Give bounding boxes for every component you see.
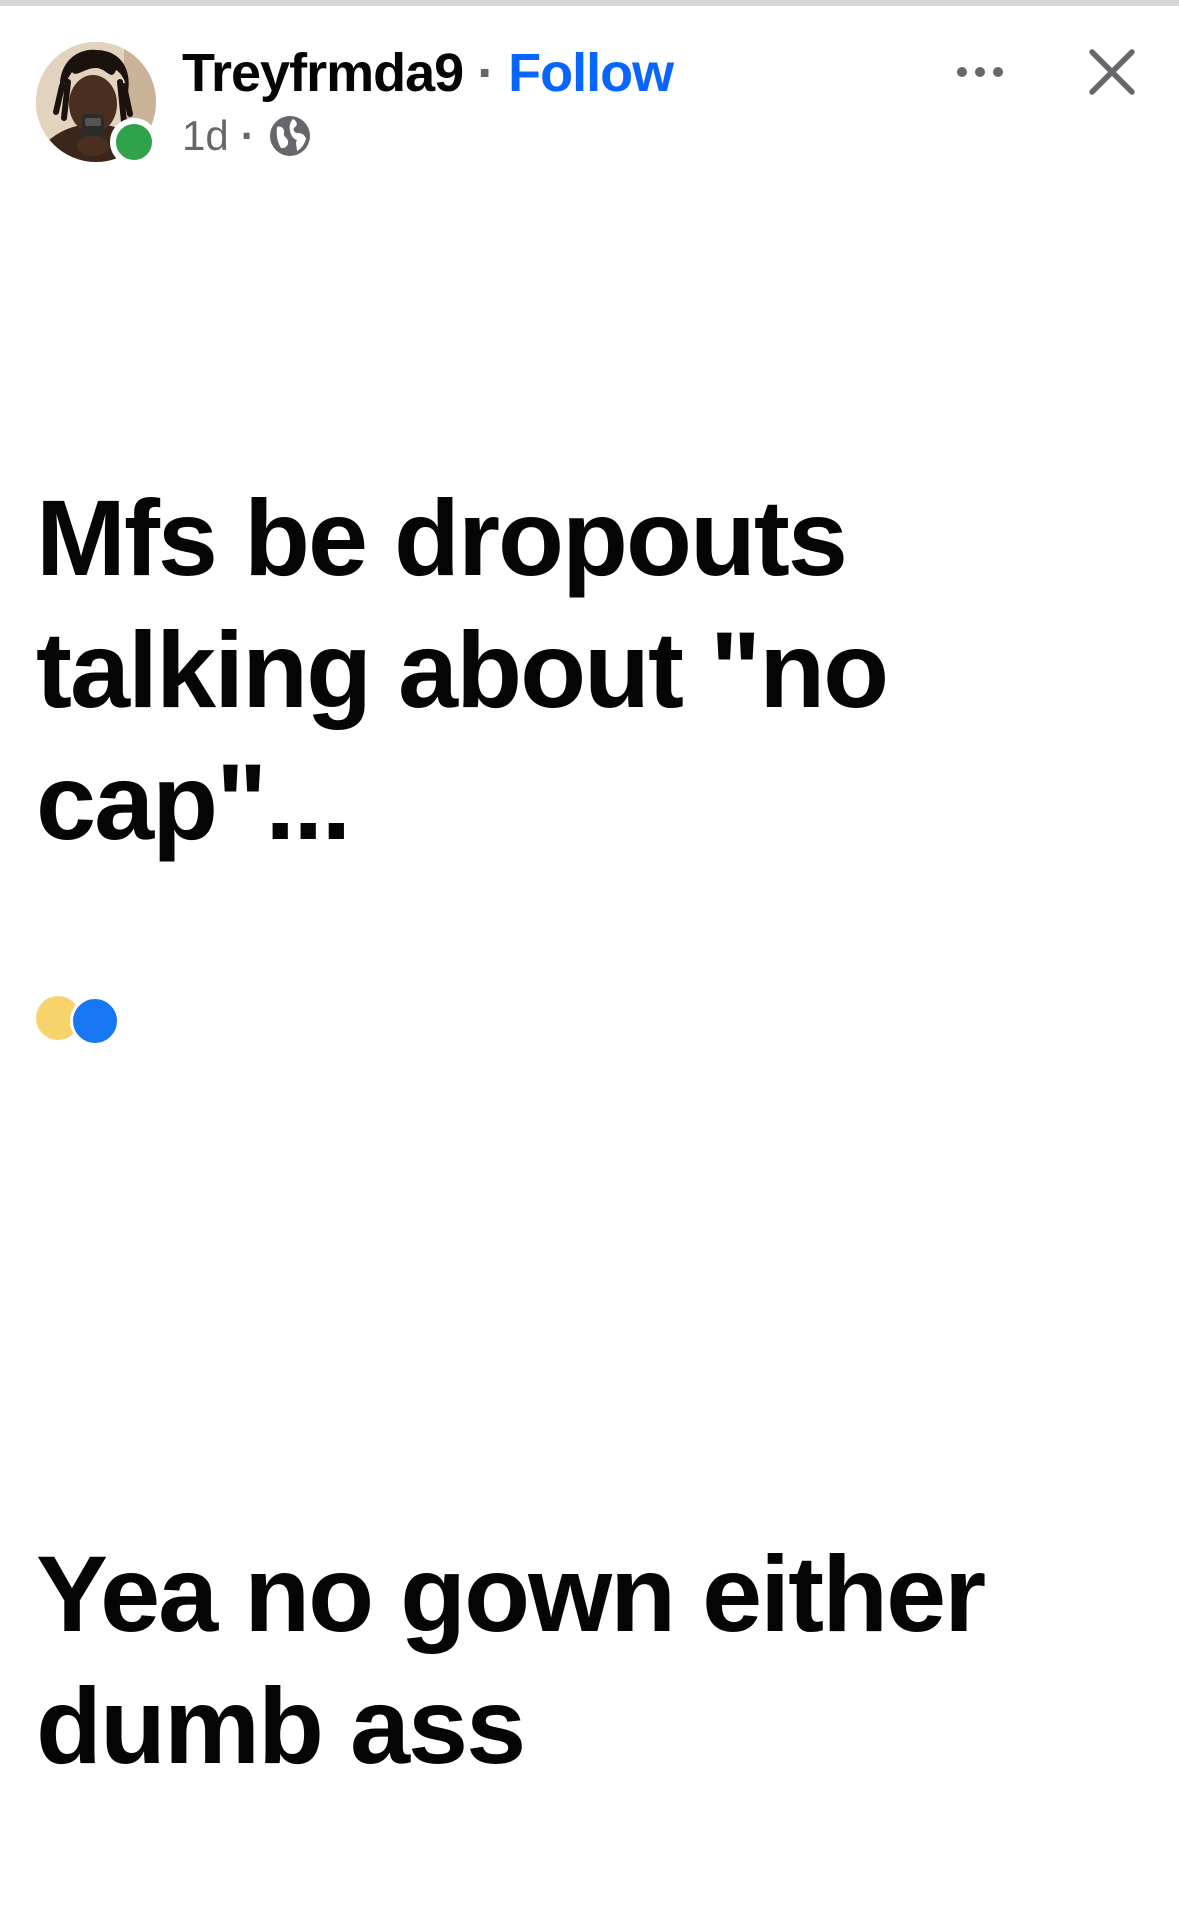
post-body: Mfs be dropouts talking about "no cap"..… [36,208,1156,1924]
like-reaction-icon [70,996,120,1046]
meta-separator: · [240,112,255,159]
globe-icon[interactable] [267,113,313,159]
follow-button[interactable]: Follow [508,42,674,104]
post-header: Treyfrmda9 · Follow 1d · [0,0,1179,180]
name-separator: · [477,43,495,103]
author-name[interactable]: Treyfrmda9 [182,42,464,104]
online-status-indicator [110,118,158,166]
more-options-button[interactable] [948,48,1012,96]
close-button[interactable] [1084,44,1140,100]
post-paragraph: Yea no gown either dumb ass [36,1533,1013,1786]
post-paragraph: Mfs be dropouts talking about "no cap"..… [36,477,916,862]
reactions-bar[interactable] [36,990,1156,1046]
post-timestamp[interactable]: 1d [182,112,229,160]
author-line: Treyfrmda9 · Follow [182,40,674,106]
close-icon [1089,49,1135,95]
more-icon [957,67,1003,77]
post-meta: 1d · [182,110,313,162]
